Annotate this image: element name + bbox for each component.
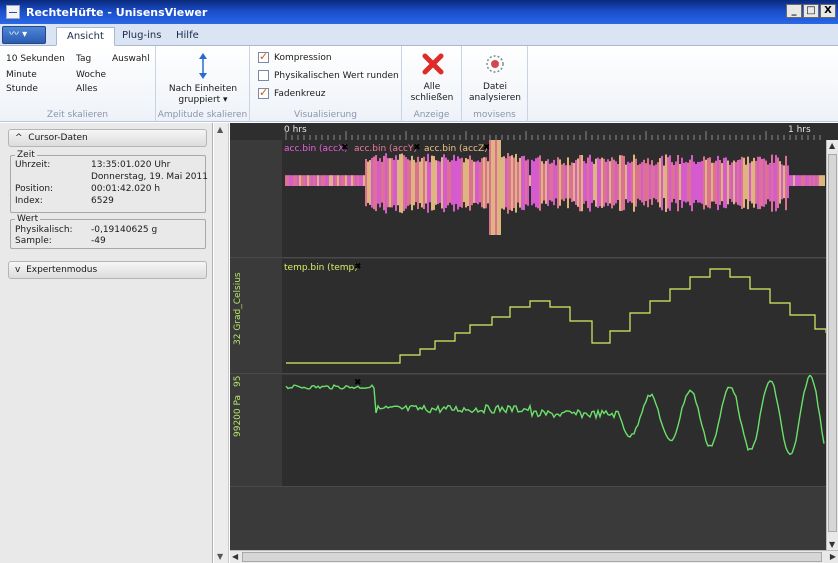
pressure-plot <box>285 375 825 456</box>
physikalisch-value: -0,19140625 g <box>91 225 158 235</box>
scroll-up-arrow-icon[interactable]: ▲ <box>217 125 223 134</box>
plot-area[interactable]: 0 hrs 1 hrs acc.bin (accX) ✖ acc.bin (ac… <box>230 123 838 563</box>
runden-checkbox[interactable] <box>258 70 269 81</box>
channel-temp[interactable]: 32 Grad_Celsius temp.bin (temp) ✖ <box>230 259 826 374</box>
group-amplitude: Nach Einheiten gruppiert ▾ Amplitude ska… <box>156 46 250 122</box>
kompression-label: Kompression <box>274 53 332 63</box>
plot-hscroll-thumb[interactable] <box>242 552 822 562</box>
ribbon-tab-row: 〰 ▾ Ansicht Plug-ins Hilfe <box>0 24 838 46</box>
alle-label: Alle <box>423 82 441 92</box>
plot-scroll-down-icon[interactable]: ▼ <box>829 540 835 549</box>
group-visualisierung: Kompression Physikalischen Wert runden F… <box>250 46 402 122</box>
datei-analysieren-button[interactable]: Datei analysieren <box>462 82 528 104</box>
close-all-x-icon[interactable] <box>422 53 444 75</box>
position-label: Position: <box>15 184 54 194</box>
datei-label: Datei <box>482 82 507 92</box>
zeit-10-sekunden[interactable]: 10 Sekunden <box>6 54 65 64</box>
amplitude-button-label[interactable]: Nach Einheiten gruppiert ▾ <box>156 84 250 106</box>
channel-acc[interactable]: acc.bin (accX) ✖ acc.bin (accY) ✖ acc.bi… <box>230 140 826 258</box>
plot-horizontal-scrollbar[interactable]: ◀ ▶ <box>230 550 838 563</box>
kompression-checkbox[interactable] <box>258 50 269 63</box>
temp-plot <box>286 268 826 364</box>
plot-vertical-scrollbar[interactable]: ▲ ▼ <box>826 140 838 550</box>
ribbon: 10 Sekunden Tag Auswahl Minute Woche Stu… <box>0 46 838 122</box>
maximize-button[interactable]: □ <box>803 4 819 18</box>
group-label-anzeige: Anzeige <box>413 110 450 120</box>
zeit-tag[interactable]: Tag <box>76 54 91 64</box>
wert-legend: Wert <box>15 214 41 224</box>
left-panel-scrollbar[interactable]: ▲ ▼ <box>214 123 229 563</box>
acc-plot <box>285 140 825 235</box>
group-label-amplitude: Amplitude skalieren <box>157 110 248 120</box>
group-zeit-skalieren: 10 Sekunden Tag Auswahl Minute Woche Stu… <box>0 46 156 122</box>
fadenkreuz-label: Fadenkreuz <box>274 89 326 99</box>
tab-plug-ins[interactable]: Plug-ins <box>112 27 171 46</box>
scroll-down-arrow-icon[interactable]: ▼ <box>217 552 223 561</box>
zeit-legend: Zeit <box>15 150 37 160</box>
plot-scroll-right-icon[interactable]: ▶ <box>830 552 836 561</box>
expand-chevron-icon: v <box>15 265 21 275</box>
plot-scroll-up-icon[interactable]: ▲ <box>829 141 835 150</box>
close-button[interactable]: X <box>820 4 836 18</box>
minimize-button[interactable]: _ <box>786 4 802 18</box>
tab-ansicht[interactable]: Ansicht <box>56 27 115 46</box>
expertenmodus-title: Expertenmodus <box>26 265 98 275</box>
sample-value: -49 <box>91 236 106 246</box>
tab-hilfe[interactable]: Hilfe <box>166 27 209 46</box>
alle-schliessen-button[interactable]: Alle schließen <box>402 82 462 104</box>
cursor-daten-title: Cursor-Daten <box>28 133 88 143</box>
index-value: 6529 <box>91 196 114 206</box>
physikalisch-label: Physikalisch: <box>15 225 73 235</box>
uhrzeit-value: 13:35:01.020 Uhr <box>91 160 171 170</box>
sample-label: Sample: <box>15 236 52 246</box>
left-panel: ^ Cursor-Daten Zeit Uhrzeit: 13:35:01.02… <box>0 123 213 563</box>
amplitude-line2: gruppiert ▾ <box>178 95 228 105</box>
position-value: 00:01:42.020 h <box>91 184 161 194</box>
index-label: Index: <box>15 196 43 206</box>
zeit-stunde[interactable]: Stunde <box>6 84 38 94</box>
channel-pressure[interactable]: 99200 Pa 95 ✖ <box>230 375 826 487</box>
group-anzeige: Alle schließen Anzeige <box>402 46 462 122</box>
time-ruler[interactable]: 0 hrs 1 hrs <box>230 123 838 140</box>
updown-arrow-icon[interactable] <box>196 52 210 80</box>
group-movisens: Datei analysieren movisens <box>462 46 528 122</box>
datum-value: Donnerstag, 19. Mai 2011 <box>91 172 208 182</box>
group-label-zeit: Zeit skalieren <box>46 110 109 120</box>
expertenmodus-header[interactable]: v Expertenmodus <box>8 261 207 279</box>
schliessen-label: schließen <box>410 93 454 103</box>
analyze-gear-icon[interactable] <box>484 53 506 75</box>
app-icon <box>6 5 20 19</box>
zeit-woche[interactable]: Woche <box>76 70 106 80</box>
ruler-ticks <box>285 131 821 140</box>
uhrzeit-label: Uhrzeit: <box>15 160 51 170</box>
wert-fieldset: Wert Physikalisch: -0,19140625 g Sample:… <box>10 214 206 249</box>
fadenkreuz-checkbox[interactable] <box>258 86 269 99</box>
amplitude-line1: Nach Einheiten <box>168 84 238 94</box>
analysieren-label: analysieren <box>468 93 522 103</box>
zeit-minute[interactable]: Minute <box>6 70 37 80</box>
window-title: RechteHüfte - UnisensViewer <box>26 5 208 19</box>
group-label-visualisierung: Visualisierung <box>294 110 357 120</box>
zeit-alles[interactable]: Alles <box>76 84 97 94</box>
zeit-fieldset: Zeit Uhrzeit: 13:35:01.020 Uhr Donnersta… <box>10 150 208 213</box>
title-bar: RechteHüfte - UnisensViewer _ □ X <box>0 0 838 24</box>
runden-label: Physikalischen Wert runden <box>274 71 399 81</box>
plot-scroll-left-icon[interactable]: ◀ <box>232 552 238 561</box>
plot-vscroll-thumb[interactable] <box>828 154 837 532</box>
app-menu-button[interactable]: 〰 ▾ <box>2 26 46 44</box>
group-label-movisens: movisens <box>473 110 516 120</box>
cursor-daten-header[interactable]: ^ Cursor-Daten <box>8 129 207 147</box>
collapse-chevron-icon: ^ <box>15 133 23 143</box>
zeit-auswahl[interactable]: Auswahl <box>112 54 150 64</box>
